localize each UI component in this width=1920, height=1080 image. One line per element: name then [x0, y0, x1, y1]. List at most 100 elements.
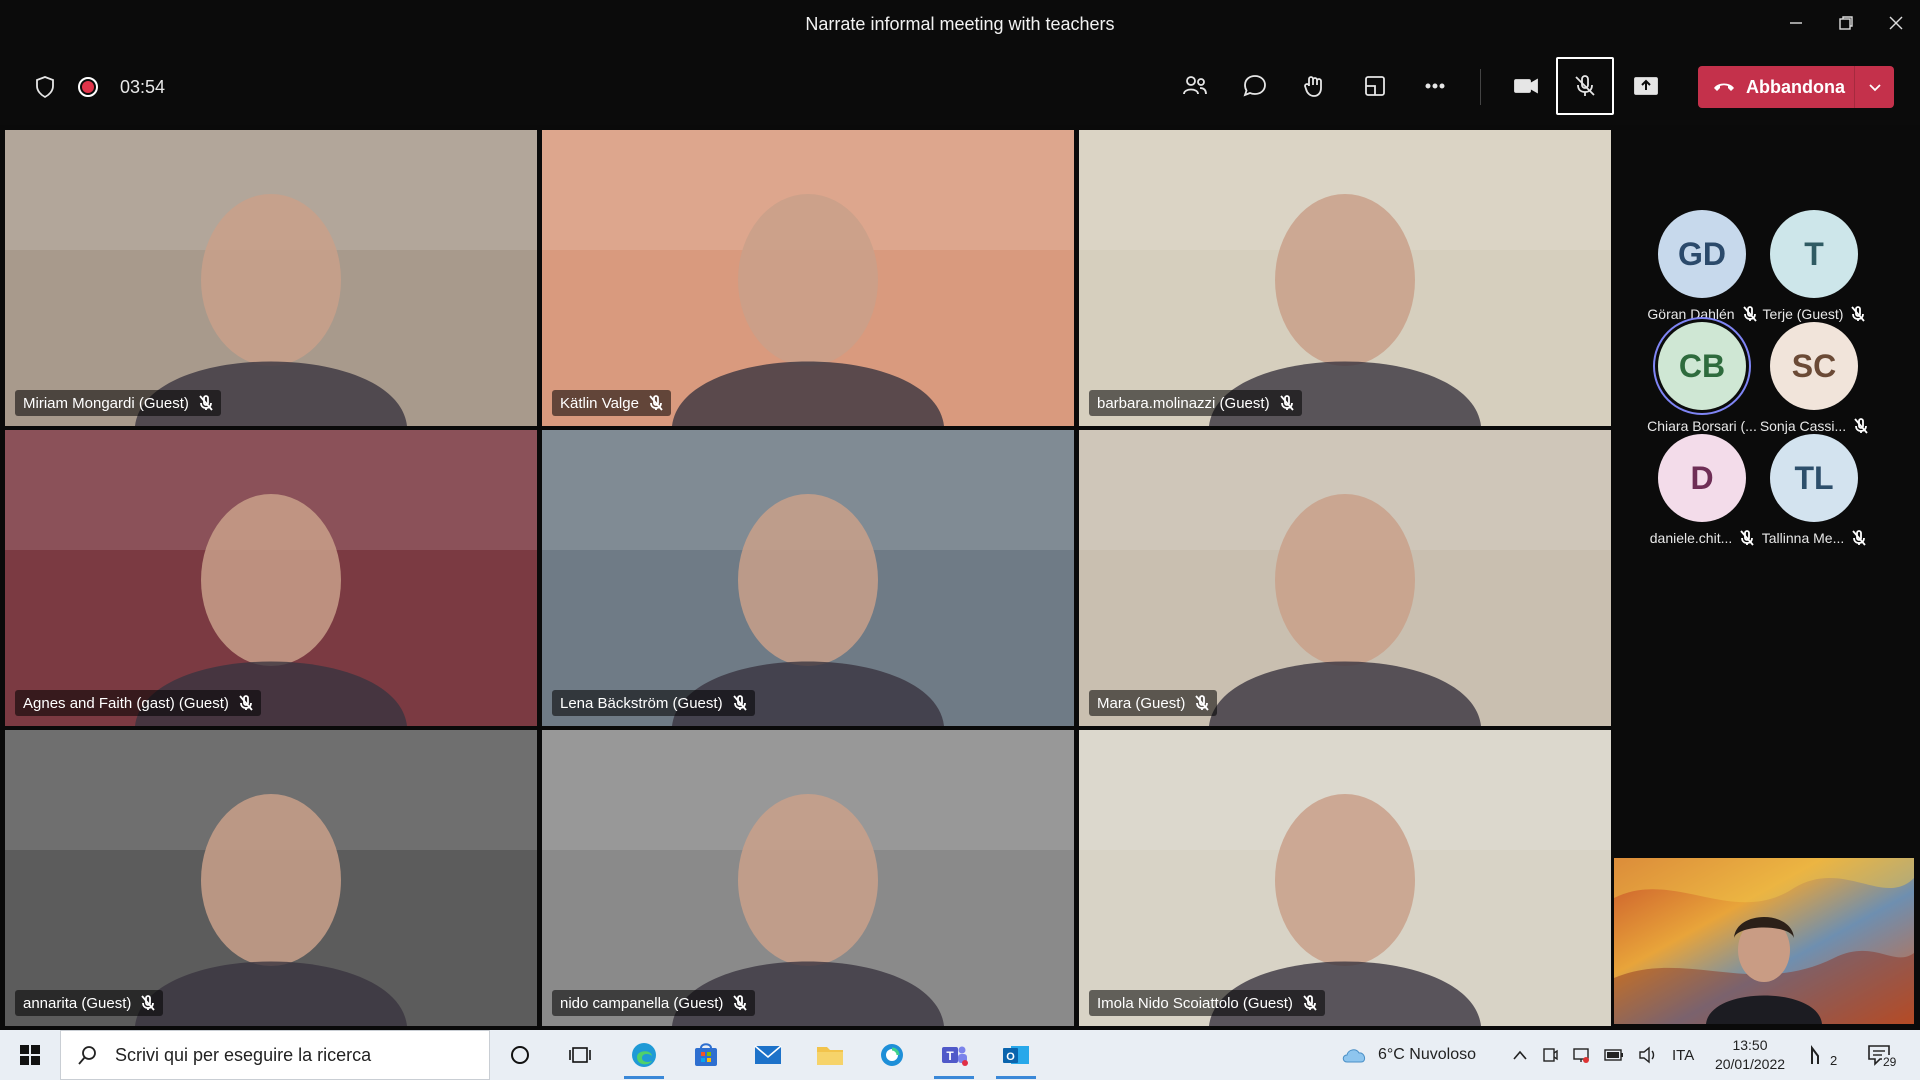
roster-name: Tallinna Me... — [1761, 530, 1845, 546]
participant-name: Miriam Mongardi (Guest) — [23, 394, 189, 412]
participant-video-tile[interactable]: Imola Nido Scoiattolo (Guest) — [1079, 730, 1611, 1026]
self-video-preview[interactable] — [1614, 858, 1914, 1024]
camera-button[interactable] — [1497, 57, 1555, 115]
folder-icon — [817, 1047, 843, 1065]
mail-icon — [754, 1045, 782, 1064]
mic-off-icon — [199, 395, 213, 411]
network-icon[interactable] — [1572, 1046, 1590, 1064]
participant-video-tile[interactable]: annarita (Guest) — [5, 730, 537, 1026]
participant-name-label: Agnes and Faith (gast) (Guest) — [15, 690, 261, 716]
mic-off-icon — [649, 395, 663, 411]
avatar: TL — [1770, 434, 1858, 522]
mic-off-icon — [141, 995, 156, 1011]
restore-button[interactable] — [1820, 0, 1872, 46]
task-view-button[interactable] — [554, 1035, 606, 1075]
participant-name: Lena Bäckström (Guest) — [560, 694, 723, 712]
roster-participant[interactable]: SC Sonja Cassi... — [1744, 322, 1884, 434]
mic-off-icon — [239, 695, 253, 711]
self-video-image — [1614, 858, 1914, 1024]
taskbar-clock[interactable]: 13:50 20/01/2022 — [1710, 1036, 1790, 1074]
mic-off-icon — [1852, 530, 1866, 546]
participant-video — [5, 130, 537, 426]
participant-video — [5, 730, 537, 1026]
input-language[interactable]: ITA — [1672, 1047, 1694, 1064]
roster-name: Sonja Cassi... — [1759, 418, 1847, 434]
mic-off-icon — [1852, 530, 1866, 546]
app-circle-button[interactable] — [866, 1035, 918, 1075]
avatar: CB — [1658, 322, 1746, 410]
mic-off-icon — [239, 695, 253, 711]
mute-button[interactable] — [1556, 57, 1614, 115]
store-app-button[interactable] — [680, 1035, 732, 1075]
clock-date: 20/01/2022 — [1714, 1056, 1786, 1072]
participant-video — [5, 430, 537, 726]
mic-off-icon — [141, 995, 156, 1011]
start-button[interactable] — [0, 1030, 60, 1080]
battery-icon[interactable] — [1604, 1048, 1624, 1062]
minimize-button[interactable] — [1770, 0, 1822, 46]
taskbar-search-box[interactable]: Scrivi qui per eseguire la ricerca — [60, 1030, 490, 1080]
participant-video — [542, 430, 1074, 726]
leave-meeting-control: Abbandona — [1698, 66, 1894, 108]
people-button[interactable]: 2 — [1808, 1030, 1837, 1080]
task-view-icon — [569, 1047, 591, 1063]
chevron-up-icon[interactable] — [1512, 1049, 1528, 1061]
mic-off-icon — [1851, 306, 1866, 322]
participant-name: annarita (Guest) — [23, 994, 132, 1012]
notification-count: 29 — [1882, 1055, 1898, 1069]
title-bar: Narrate informal meeting with teachers — [0, 0, 1920, 49]
roster-name: Terje (Guest) — [1762, 306, 1844, 322]
participant-video-tile[interactable]: barbara.molinazzi (Guest) — [1079, 130, 1611, 426]
teams-icon: T — [942, 1046, 968, 1066]
close-button[interactable] — [1870, 0, 1920, 46]
participant-video-tile[interactable]: Kätlin Valge — [542, 130, 1074, 426]
mic-off-icon — [1195, 695, 1210, 711]
file-explorer-button[interactable] — [804, 1035, 856, 1075]
participant-video — [542, 130, 1074, 426]
mic-off-icon — [732, 695, 747, 711]
participant-video — [542, 730, 1074, 1026]
rooms-button[interactable] — [1346, 57, 1404, 115]
participant-video-tile[interactable]: Miriam Mongardi (Guest) — [5, 130, 537, 426]
share-screen-icon — [1634, 77, 1658, 95]
participant-video-tile[interactable]: nido campanella (Guest) — [542, 730, 1074, 1026]
avatar-initials: T — [1804, 235, 1824, 272]
mic-off-icon — [1303, 995, 1317, 1011]
mail-app-button[interactable] — [742, 1035, 794, 1075]
edge-browser-icon — [632, 1043, 656, 1067]
roster-participant[interactable]: TL Tallinna Me... — [1744, 434, 1884, 546]
volume-icon[interactable] — [1638, 1046, 1658, 1064]
participant-video-tile[interactable]: Lena Bäckström (Guest) — [542, 430, 1074, 726]
participants-button[interactable] — [1166, 57, 1224, 115]
circle-app-icon — [881, 1044, 903, 1066]
mic-off-icon — [1279, 395, 1294, 411]
participant-video-tile[interactable]: Mara (Guest) — [1079, 430, 1611, 726]
outlook-app-button[interactable]: O — [990, 1035, 1042, 1079]
edge-app-button[interactable] — [618, 1035, 670, 1079]
participant-name: Mara (Guest) — [1097, 694, 1186, 712]
leave-label: Abbandona — [1746, 76, 1845, 97]
teams-app-button[interactable]: T — [928, 1035, 980, 1079]
weather-widget[interactable]: 6°C Nuvoloso — [1340, 1030, 1476, 1080]
leave-button[interactable]: Abbandona — [1698, 66, 1854, 108]
cortana-button[interactable] — [494, 1035, 546, 1075]
roster-name: daniele.chit... — [1649, 530, 1733, 546]
system-tray: ITA — [1512, 1030, 1694, 1080]
share-button[interactable] — [1617, 57, 1675, 115]
participant-name-label: annarita (Guest) — [15, 990, 164, 1016]
more-actions-button[interactable] — [1406, 57, 1464, 115]
roster-name: Chiara Borsari (... — [1647, 418, 1757, 434]
participant-video-tile[interactable]: Agnes and Faith (gast) (Guest) — [5, 430, 537, 726]
meet-now-icon[interactable] — [1542, 1046, 1558, 1064]
mic-off-icon — [1195, 695, 1210, 711]
minimize-icon — [1790, 22, 1802, 24]
participant-name: Kätlin Valge — [560, 394, 639, 412]
leave-options-button[interactable] — [1854, 66, 1894, 108]
notification-center-button[interactable]: 29 — [1866, 1030, 1898, 1080]
mic-off-icon — [1279, 395, 1294, 411]
reactions-button[interactable] — [1286, 57, 1344, 115]
chat-button[interactable] — [1226, 57, 1284, 115]
roster-participant[interactable]: T Terje (Guest) — [1744, 210, 1884, 322]
participant-roster: GD Göran Dahlén T Terje (Guest) CB Chiara Bor… — [1612, 130, 1920, 850]
participant-name-label: Miriam Mongardi (Guest) — [15, 390, 221, 416]
